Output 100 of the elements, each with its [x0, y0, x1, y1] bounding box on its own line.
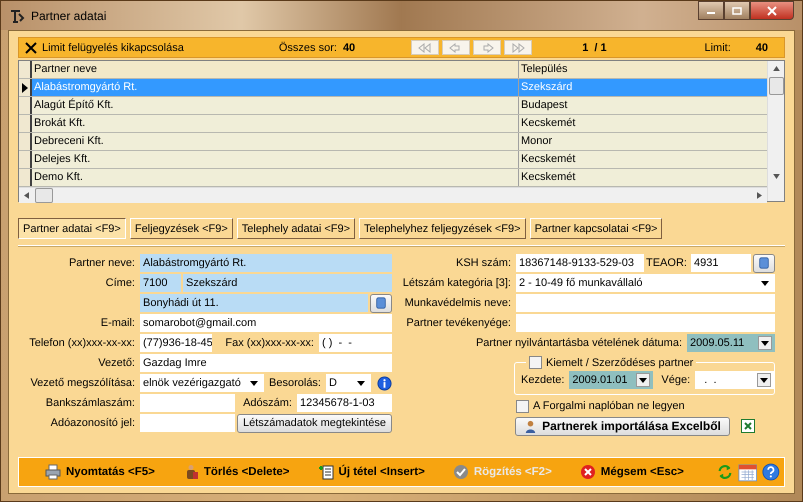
scroll-left-icon	[24, 192, 29, 199]
ksh-field[interactable]: 18367148-9133-529-03	[516, 254, 644, 272]
checkbox[interactable]	[529, 356, 542, 369]
tax-id-field[interactable]	[140, 414, 235, 432]
table-cell[interactable]: Alagút Építő Kft.	[32, 97, 519, 114]
tab[interactable]: Feljegyzések <F9>	[130, 218, 233, 239]
table-cell[interactable]: Debreceni Kft.	[32, 133, 519, 150]
checkbox-label: Kiemelt / Szerződéses partner	[546, 356, 694, 368]
dropdown-button[interactable]	[636, 373, 650, 387]
row-header[interactable]	[19, 97, 32, 114]
field-label: Partner nyilvántartásba vételének dátuma:	[474, 337, 683, 349]
maximize-button[interactable]	[724, 1, 750, 20]
scroll-up-icon	[772, 66, 780, 71]
row-header[interactable]	[19, 79, 32, 96]
phone-field[interactable]: (77)936-18-45	[140, 334, 212, 352]
city-field[interactable]: Szekszárd	[183, 274, 392, 292]
classification-dropdown[interactable]: D	[326, 374, 371, 392]
dropdown-button[interactable]	[758, 336, 772, 350]
salutation-dropdown[interactable]: elnök vezérigazgató	[140, 374, 264, 392]
tax-number-field[interactable]: 12345678-1-03	[297, 394, 392, 412]
table-cell[interactable]: Brokát Kft.	[32, 115, 519, 132]
contract-checkbox[interactable]: Kiemelt / Szerződéses partner	[526, 356, 696, 369]
field-label: Vezető megszólítása:	[29, 377, 136, 389]
field-label: Partner tevékenyége:	[405, 317, 512, 329]
field-label: Vége:	[660, 374, 692, 386]
column-header[interactable]: Partner neve	[32, 61, 519, 78]
person-icon	[524, 420, 538, 432]
table-cell[interactable]: Demo Kft.	[32, 169, 519, 186]
tab[interactable]: Partner adatai <F9>	[18, 218, 126, 239]
bank-account-field[interactable]	[140, 394, 235, 412]
field-label: Adóazonosító jel:	[50, 417, 136, 429]
limit-toggle-button[interactable]: Limit felügyelés kikapcsolása	[25, 42, 184, 54]
close-button[interactable]	[750, 1, 794, 20]
scrollbar-thumb[interactable]	[35, 188, 53, 203]
tab[interactable]: Partner kapcsolatai <F9>	[530, 218, 662, 239]
caret-icon	[639, 378, 648, 382]
checkbox[interactable]	[516, 400, 529, 412]
start-date-picker[interactable]: 2009.01.01	[569, 371, 654, 389]
partner-name-field[interactable]: Alabástromgyártó Rt.	[140, 254, 392, 272]
limit-label: Limit:	[704, 42, 731, 54]
checkmark-icon	[452, 464, 469, 480]
dropdown-button[interactable]	[757, 373, 771, 387]
field-label: Címe:	[104, 277, 136, 289]
table-cell[interactable]: Budapest	[519, 97, 767, 114]
vertical-scrollbar[interactable]	[767, 61, 784, 201]
table-cell[interactable]: Kecskemét	[519, 115, 767, 132]
printer-icon	[45, 464, 61, 480]
table-cell[interactable]: Monor	[519, 133, 767, 150]
print-button[interactable]: Nyomtatás <F5>	[45, 464, 155, 480]
column-header[interactable]: Település	[519, 61, 767, 78]
teaor-field[interactable]: 4931	[691, 254, 751, 272]
import-excel-button[interactable]: Partnerek importálása Excelből	[515, 416, 730, 436]
field-label: Bankszámlaszám:	[44, 397, 136, 409]
info-icon[interactable]	[377, 376, 392, 390]
field-label: Munkavédelmis neve:	[404, 297, 512, 309]
field-label: Létszám kategória [3]:	[402, 277, 512, 289]
row-header[interactable]	[19, 169, 32, 186]
close-icon	[767, 6, 777, 16]
new-button[interactable]: Új tétel <Insert>	[318, 464, 425, 480]
field-label: Partner neve:	[68, 257, 136, 269]
activity-field[interactable]	[516, 314, 775, 332]
dropdown-arrow-icon	[357, 380, 365, 386]
row-header[interactable]	[19, 115, 32, 132]
headcount-category-dropdown[interactable]: 2 - 10-49 fő munkavállaló	[516, 274, 775, 292]
cancel-button[interactable]: Mégsem <Esc>	[580, 464, 684, 480]
table-cell[interactable]: Kecskemét	[519, 151, 767, 168]
address-book-button[interactable]	[370, 294, 392, 312]
table-cell[interactable]: Kecskemét	[519, 169, 767, 186]
row-header[interactable]	[19, 151, 32, 168]
field-label: KSH szám:	[454, 257, 512, 269]
email-field[interactable]: somarobot@gmail.com	[140, 314, 392, 332]
horizontal-scrollbar[interactable]	[19, 187, 767, 203]
row-header[interactable]	[19, 133, 32, 150]
field-label: E-mail:	[100, 317, 136, 329]
teaor-lookup-button[interactable]	[753, 254, 775, 272]
app-icon	[9, 8, 25, 24]
total-count: 40	[342, 42, 356, 54]
spreadsheet-icon[interactable]	[741, 419, 755, 433]
tab[interactable]: Telephelyhez feljegyzések <F9>	[359, 218, 526, 239]
add-document-icon	[318, 464, 334, 480]
caret-icon	[761, 340, 769, 346]
table-cell[interactable]: Delejes Kft.	[32, 151, 519, 168]
tab[interactable]: Telephely adatai <F9>	[236, 218, 356, 239]
delete-button[interactable]: Törlés <Delete>	[182, 464, 290, 480]
dropdown-arrow-icon	[250, 380, 258, 386]
minimize-button[interactable]	[698, 1, 724, 20]
manager-field[interactable]: Gazdag Imre	[140, 354, 392, 372]
registration-date-picker[interactable]: 2009.05.11	[687, 334, 775, 352]
field-label: Telefon (xx)xxx-xx-xx:	[28, 337, 136, 349]
dropdown-arrow-icon	[761, 280, 769, 286]
field-label: Fax (xx)xxx-xx-xx:	[224, 337, 315, 349]
scrollbar-thumb[interactable]	[768, 77, 784, 95]
fax-field[interactable]: ( ) - -	[319, 334, 392, 352]
safety-name-field[interactable]	[516, 294, 775, 312]
headcount-button[interactable]: Létszámadatok megtekintése	[237, 414, 392, 432]
field-label: Kezdete:	[520, 374, 566, 386]
end-date-picker[interactable]: . .	[695, 371, 774, 389]
zip-field[interactable]: 7100	[140, 274, 181, 292]
help-icon[interactable]	[762, 462, 780, 482]
street-field[interactable]: Bonyhádi út 11.	[140, 294, 368, 312]
